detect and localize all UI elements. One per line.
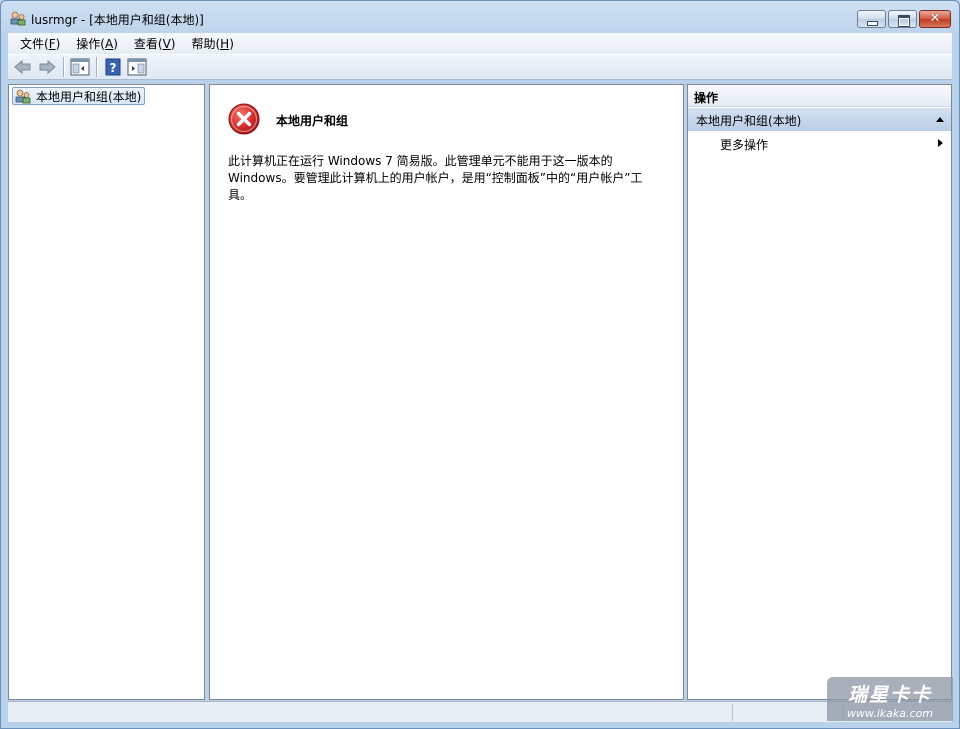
actions-header: 操作 <box>688 85 951 107</box>
show-hide-action-pane-icon <box>127 58 147 76</box>
window-title: lusrmgr - [本地用户和组(本地)] <box>31 13 204 27</box>
menu-bar: 文件(F) 操作(A) 查看(V) 帮助(H) <box>8 33 952 54</box>
submenu-arrow-icon <box>938 139 943 147</box>
status-bar <box>8 701 952 722</box>
application-window: lusrmgr - [本地用户和组(本地)] ✕ 文件(F) 操作(A) 查看(… <box>0 0 960 729</box>
tree-item-label: 本地用户和组(本地) <box>36 89 142 104</box>
show-hide-action-pane-button[interactable] <box>126 56 148 78</box>
status-separator <box>732 704 733 721</box>
menu-file[interactable]: 文件(F) <box>12 35 68 52</box>
menu-action[interactable]: 操作(A) <box>68 35 126 52</box>
forward-button[interactable] <box>36 56 58 78</box>
menu-action-label: 操作( <box>76 37 105 51</box>
menu-view-accesskey: V <box>162 37 171 51</box>
maximize-button[interactable] <box>888 10 917 28</box>
minimize-icon <box>858 11 885 27</box>
watermark-logo: 瑞星卡卡 www.ikaka.com <box>827 677 953 721</box>
menu-help-suffix: ) <box>229 37 234 51</box>
caption-buttons: ✕ <box>857 10 951 28</box>
collapse-up-icon[interactable] <box>936 117 944 122</box>
toolbar-separator <box>63 57 64 77</box>
menu-view-label: 查看( <box>133 37 163 51</box>
error-icon <box>228 103 260 135</box>
show-hide-console-tree-button[interactable] <box>69 56 91 78</box>
menu-file-accesskey: F <box>48 37 56 51</box>
tree-item-local-users-and-groups[interactable]: 本地用户和组(本地) <box>12 87 146 105</box>
error-message: 此计算机正在运行 Windows 7 简易版。此管理单元不能用于这一版本的 Wi… <box>228 154 643 202</box>
back-button[interactable] <box>12 56 34 78</box>
toolbar: ? <box>8 54 952 80</box>
action-more-actions-label: 更多操作 <box>720 138 769 152</box>
close-icon: ✕ <box>929 11 941 26</box>
menu-file-suffix: ) <box>55 37 61 51</box>
menu-action-suffix: ) <box>113 37 118 51</box>
show-hide-console-tree-icon <box>70 58 90 76</box>
action-more-actions[interactable]: 更多操作 <box>688 134 951 154</box>
help-icon: ? <box>105 58 121 76</box>
users-app-icon <box>10 11 26 26</box>
users-group-icon <box>15 89 31 104</box>
close-button[interactable]: ✕ <box>919 10 951 28</box>
result-title: 本地用户和组 <box>276 114 349 128</box>
forward-arrow-icon <box>39 59 56 75</box>
minimize-button[interactable] <box>857 10 886 28</box>
maximize-icon <box>889 11 916 27</box>
menu-help-label: 帮助( <box>191 37 221 51</box>
menu-help-accesskey: H <box>220 37 230 51</box>
menu-help[interactable]: 帮助(H) <box>183 35 241 52</box>
watermark-main-text: 瑞星卡卡 <box>847 684 932 706</box>
menu-action-accesskey: A <box>104 37 114 51</box>
help-button[interactable]: ? <box>102 56 124 78</box>
actions-section-label: 本地用户和组(本地) <box>696 114 802 128</box>
menu-file-label: 文件( <box>20 37 49 51</box>
menu-view[interactable]: 查看(V) <box>126 35 184 52</box>
actions-pane: 操作 本地用户和组(本地) 更多操作 <box>687 84 952 700</box>
title-bar[interactable]: lusrmgr - [本地用户和组(本地)] ✕ <box>1 1 959 33</box>
back-arrow-icon <box>14 59 31 75</box>
actions-section-local-users-and-groups[interactable]: 本地用户和组(本地) <box>688 108 951 131</box>
console-tree-pane: 本地用户和组(本地) <box>8 84 205 700</box>
toolbar-separator <box>96 57 97 77</box>
menu-view-suffix: ) <box>170 37 176 51</box>
svg-text:?: ? <box>110 61 117 75</box>
watermark-url-text: www.ikaka.com <box>846 707 934 720</box>
result-pane: 本地用户和组 此计算机正在运行 Windows 7 简易版。此管理单元不能用于这… <box>209 84 684 700</box>
